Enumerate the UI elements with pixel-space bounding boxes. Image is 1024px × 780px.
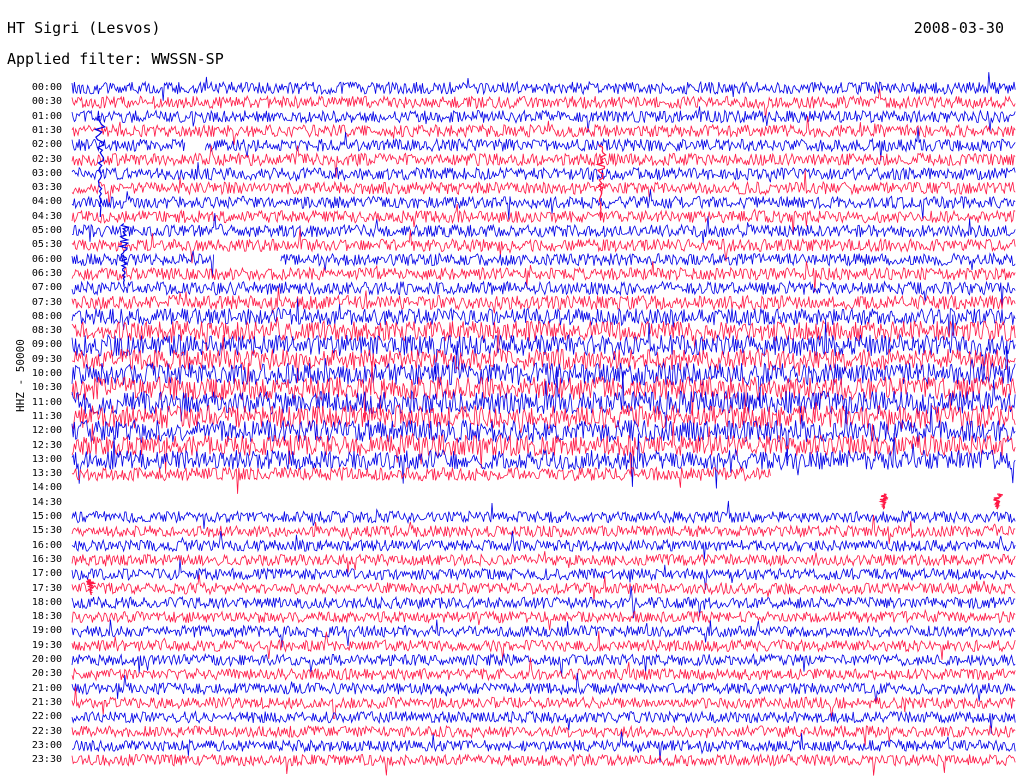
trace-row-0300 xyxy=(71,162,1016,183)
trace-row-1500 xyxy=(71,500,1016,529)
event-spike xyxy=(878,493,889,510)
trace-row-0630 xyxy=(71,261,1016,293)
trace-row-0030 xyxy=(71,88,1016,119)
event-spike xyxy=(595,144,607,221)
trace-row-0430 xyxy=(71,204,1016,235)
trace-row-0400 xyxy=(71,189,1016,220)
trace-row-1630 xyxy=(71,551,1016,573)
event-spike xyxy=(86,579,96,596)
trace-row-2200 xyxy=(71,710,1016,734)
event-spike xyxy=(992,493,1003,510)
trace-row-1330 xyxy=(71,465,771,494)
trace-row-0000 xyxy=(71,72,1016,101)
trace-row-0100 xyxy=(71,106,1016,133)
trace-row-2330 xyxy=(71,752,1016,776)
trace-row-0600 xyxy=(71,250,1016,278)
trace-row-1700 xyxy=(71,559,1016,590)
helicorder-plot xyxy=(71,72,1016,776)
trace-row-1100 xyxy=(71,370,1016,430)
